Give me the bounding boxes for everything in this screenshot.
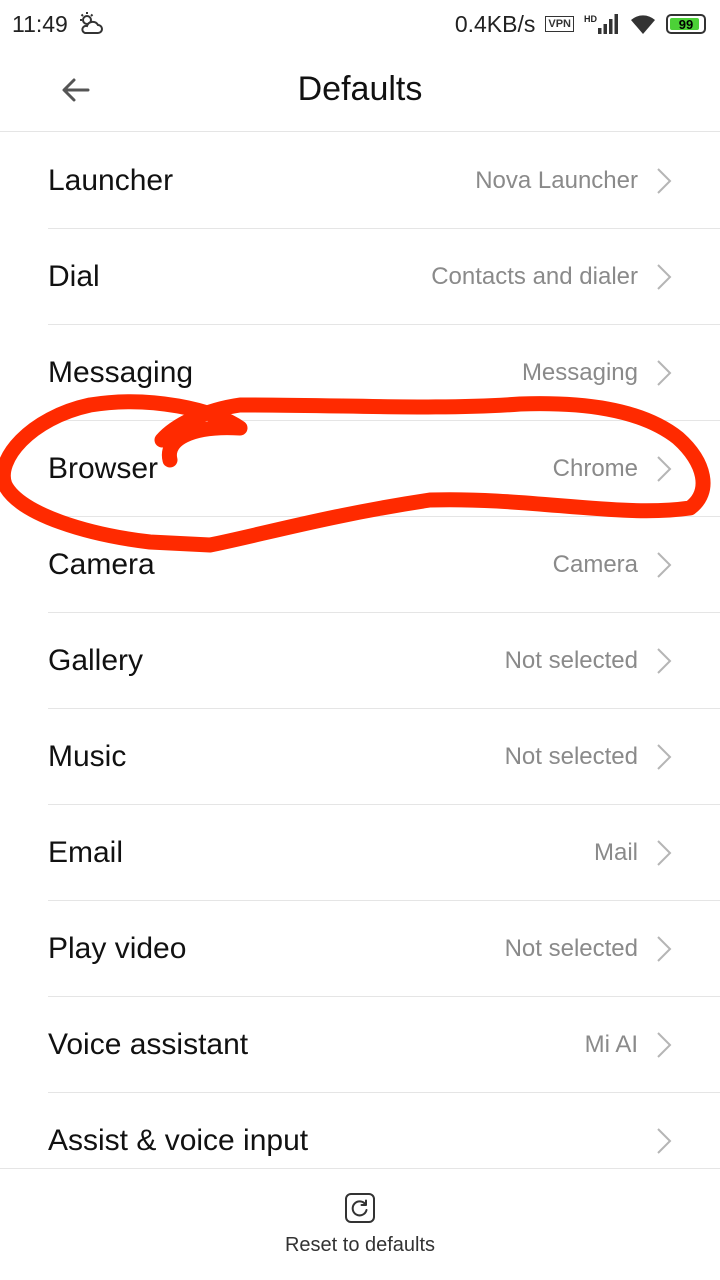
list-item-gallery[interactable]: Gallery Not selected [48, 613, 720, 709]
page-title: Defaults [297, 70, 423, 108]
item-label: Messaging [48, 355, 194, 389]
item-label: Music [48, 739, 127, 773]
item-right: Messaging [522, 359, 672, 387]
item-value: Not selected [504, 742, 638, 770]
wifi-icon [631, 15, 655, 34]
net-speed: 0.4KB/s [454, 10, 536, 37]
list-item-browser[interactable]: Browser Chrome [48, 421, 720, 517]
item-right: Nova Launcher [475, 167, 672, 195]
chevron-right-icon [657, 263, 672, 290]
list-item-email[interactable]: Email Mail [48, 805, 720, 901]
item-right: Chrome [553, 455, 672, 483]
item-label: Play video [48, 931, 187, 965]
item-value: Mail [593, 838, 638, 866]
list-item-launcher[interactable]: Launcher Nova Launcher [48, 133, 720, 229]
item-value: Mi AI [584, 1030, 638, 1058]
reset-label: Reset to defaults [284, 1234, 436, 1256]
item-value: Not selected [504, 934, 638, 962]
signal-bars-icon [598, 14, 618, 34]
reset-icon [345, 1193, 375, 1223]
signal-group: HD [584, 14, 620, 34]
list-item-messaging[interactable]: Messaging Messaging [48, 325, 720, 421]
cloud-sun-icon [79, 12, 103, 34]
item-right: Contacts and dialer [431, 263, 672, 291]
item-value: Contacts and dialer [431, 262, 638, 290]
item-value: Messaging [521, 358, 638, 386]
defaults-list: Launcher Nova Launcher Dial Contacts and… [0, 133, 720, 1189]
item-label: Assist & voice input [48, 1124, 309, 1157]
chevron-right-icon [657, 455, 672, 482]
chevron-right-icon [657, 551, 672, 578]
back-arrow-icon[interactable] [56, 70, 96, 110]
item-value: Nova Launcher [475, 166, 638, 194]
vpn-badge: VPN [545, 16, 574, 32]
chevron-right-icon [657, 743, 672, 770]
item-value: Camera [552, 550, 638, 578]
item-label: Dial [48, 259, 100, 293]
reset-to-defaults-button[interactable]: Reset to defaults [0, 1168, 720, 1280]
battery-indicator: 99 [666, 14, 706, 34]
item-right: Not selected [505, 743, 672, 771]
list-item-voice-assistant[interactable]: Voice assistant Mi AI [48, 997, 720, 1093]
item-label: Camera [48, 547, 155, 581]
list-item-play-video[interactable]: Play video Not selected [48, 901, 720, 997]
item-value: Not selected [504, 646, 638, 674]
item-right: Mail [594, 839, 672, 867]
item-label: Gallery [48, 643, 144, 677]
status-right: 0.4KB/s VPN HD 99 [455, 11, 706, 38]
chevron-right-icon [657, 839, 672, 866]
chevron-right-icon [657, 1128, 672, 1154]
status-left: 11:49 [12, 11, 104, 38]
app-header: Defaults [0, 48, 720, 132]
chevron-right-icon [657, 167, 672, 194]
item-label: Browser [48, 451, 159, 485]
item-right: Mi AI [585, 1031, 672, 1059]
item-value: Chrome [552, 454, 638, 482]
battery-level: 99 [678, 16, 694, 32]
list-item-music[interactable]: Music Not selected [48, 709, 720, 805]
item-right: Not selected [505, 647, 672, 675]
list-item-dial[interactable]: Dial Contacts and dialer [48, 229, 720, 325]
hd-label: HD [584, 14, 597, 24]
item-right [638, 1127, 672, 1155]
item-label: Launcher [48, 163, 174, 197]
status-bar: 11:49 0.4KB/s VPN HD 99 [0, 0, 720, 48]
chevron-right-icon [657, 647, 672, 674]
item-right: Not selected [505, 935, 672, 963]
clock: 11:49 [12, 10, 68, 37]
item-right: Camera [553, 551, 672, 579]
list-item-camera[interactable]: Camera Camera [48, 517, 720, 613]
chevron-right-icon [657, 359, 672, 386]
item-label: Voice assistant [48, 1027, 249, 1061]
item-label: Email [48, 835, 124, 869]
chevron-right-icon [657, 935, 672, 962]
chevron-right-icon [657, 1031, 672, 1058]
